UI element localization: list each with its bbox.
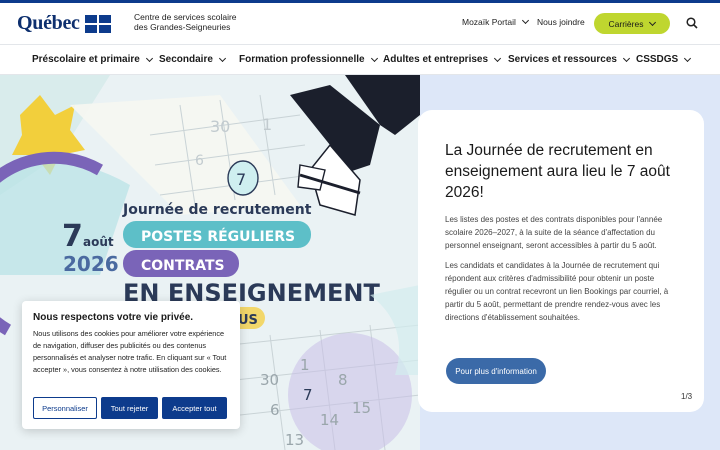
svg-text:6: 6 bbox=[195, 153, 204, 169]
svg-text:7: 7 bbox=[303, 386, 313, 404]
svg-text:1: 1 bbox=[300, 356, 310, 374]
chevron-down-icon bbox=[370, 54, 378, 62]
fleurdelise-flag-icon bbox=[84, 14, 111, 33]
reject-all-button[interactable]: Tout rejeter bbox=[101, 397, 158, 419]
menu-label: Préscolaire et primaire bbox=[32, 54, 140, 65]
menu-prescolaire-primaire[interactable]: Préscolaire et primaire bbox=[32, 54, 153, 65]
mozaik-portal-label: Mozaïk Portail bbox=[462, 17, 516, 27]
menu-label: Adultes et entreprises bbox=[383, 54, 489, 65]
careers-label: Carrières bbox=[608, 18, 644, 29]
poster-month: août bbox=[83, 235, 114, 249]
more-info-label: Pour plus d'information bbox=[455, 366, 537, 376]
svg-text:1: 1 bbox=[262, 115, 272, 134]
menu-label: Secondaire bbox=[159, 54, 213, 65]
hero-paragraph-2: Les candidats et candidates à la Journée… bbox=[445, 261, 669, 322]
logo-wordmark: Québec bbox=[17, 12, 80, 34]
contact-label: Nous joindre bbox=[537, 17, 585, 27]
chevron-down-icon bbox=[218, 54, 226, 62]
svg-text:30: 30 bbox=[260, 371, 279, 389]
menu-label: Formation professionnelle bbox=[239, 54, 365, 65]
svg-text:6: 6 bbox=[270, 401, 280, 419]
org-line-2: des Grandes-Seigneuries bbox=[134, 22, 231, 32]
chevron-down-icon bbox=[684, 54, 692, 62]
mozaik-portal-link[interactable]: Mozaïk Portail bbox=[462, 16, 529, 27]
search-icon[interactable] bbox=[686, 17, 698, 29]
more-info-button[interactable]: Pour plus d'information bbox=[446, 358, 546, 384]
cookie-consent-banner: Nous respectons votre vie privée. Nous u… bbox=[22, 301, 240, 429]
menu-label: CSSDGS bbox=[636, 54, 679, 65]
poster-suffix: US bbox=[238, 313, 258, 328]
cookie-title: Nous respectons votre vie privée. bbox=[33, 312, 194, 323]
accept-all-button[interactable]: Accepter tout bbox=[162, 397, 227, 419]
cookie-buttons: Personnaliser Tout rejeter Accepter tout bbox=[33, 397, 231, 419]
poster-pill2-text: CONTRATS bbox=[141, 258, 225, 274]
svg-text:8: 8 bbox=[338, 371, 348, 389]
site-header: Québec Centre de services scolaire des G… bbox=[0, 3, 720, 44]
poster-pill1-text: POSTES RÉGULIERS bbox=[141, 228, 295, 245]
chevron-down-icon bbox=[622, 54, 631, 62]
menu-adultes-entreprises[interactable]: Adultes et entreprises bbox=[383, 54, 502, 65]
chevron-down-icon bbox=[494, 54, 502, 62]
carousel-pager: 1/3 bbox=[681, 392, 693, 401]
menu-label: Services et ressources bbox=[508, 54, 617, 65]
org-line-1: Centre de services scolaire bbox=[134, 12, 237, 22]
cookie-text: Nous utilisons des cookies pour améliore… bbox=[33, 329, 227, 374]
svg-text:13: 13 bbox=[285, 431, 304, 449]
poster-day: 7 bbox=[62, 219, 83, 254]
poster-title: Journée de recrutement bbox=[122, 202, 312, 218]
menu-cssdgs[interactable]: CSSDGS bbox=[636, 54, 692, 65]
quebec-logo[interactable]: Québec bbox=[17, 12, 111, 35]
poster-year: 2026 bbox=[63, 252, 119, 276]
chevron-down-icon bbox=[145, 54, 153, 62]
svg-text:14: 14 bbox=[320, 411, 339, 429]
menu-services-ressources[interactable]: Services et ressources bbox=[508, 54, 631, 65]
hero-title: La Journée de recrutement en enseignemen… bbox=[445, 142, 670, 201]
chevron-down-icon bbox=[521, 16, 529, 25]
contact-link[interactable]: Nous joindre bbox=[537, 17, 585, 27]
chevron-down-icon bbox=[649, 18, 657, 26]
svg-text:30: 30 bbox=[210, 117, 230, 136]
organization-name[interactable]: Centre de services scolaire des Grandes-… bbox=[134, 12, 237, 32]
main-menu: Préscolaire et primaire Secondaire Forma… bbox=[0, 44, 720, 75]
customize-cookies-button[interactable]: Personnaliser bbox=[33, 397, 97, 419]
menu-formation-professionnelle[interactable]: Formation professionnelle bbox=[239, 54, 378, 65]
menu-secondaire[interactable]: Secondaire bbox=[159, 54, 226, 65]
svg-text:15: 15 bbox=[352, 399, 371, 417]
svg-text:7: 7 bbox=[236, 170, 246, 189]
hero-paragraph-1: Les listes des postes et des contrats di… bbox=[445, 215, 663, 250]
careers-button[interactable]: Carrières bbox=[594, 13, 670, 34]
